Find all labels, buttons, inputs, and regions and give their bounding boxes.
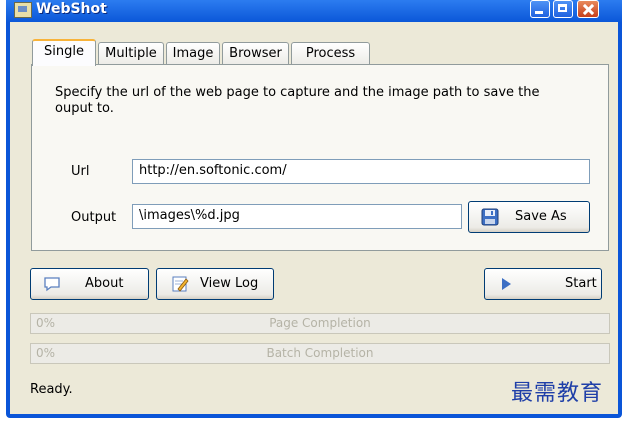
speech-bubble-icon	[44, 277, 60, 292]
view-log-button[interactable]: View Log	[156, 268, 274, 300]
batch-completion-progress-bar: 0% Batch Completion	[30, 343, 610, 364]
start-label: Start	[565, 276, 597, 291]
app-window: WebShot Single Multiple Image Browser Pr…	[6, 0, 622, 418]
client-area: Single Multiple Image Browser Process Sp…	[10, 22, 618, 414]
edit-document-icon	[172, 276, 189, 292]
save-as-button[interactable]: Save As	[468, 201, 590, 233]
app-icon	[14, 2, 32, 18]
page-progress-caption: Page Completion	[269, 316, 371, 330]
floppy-disk-icon	[481, 208, 499, 226]
page-completion-progress-bar: 0% Page Completion	[30, 313, 610, 334]
tab-image[interactable]: Image	[166, 42, 220, 65]
start-button[interactable]: Start	[484, 268, 602, 300]
title-bar[interactable]: WebShot	[6, 0, 622, 22]
tab-single[interactable]: Single	[32, 39, 96, 66]
status-text: Ready.	[30, 382, 73, 397]
about-label: About	[85, 276, 124, 291]
tab-browser[interactable]: Browser	[222, 42, 289, 65]
instructions-text: Specify the url of the web page to captu…	[55, 85, 540, 116]
view-log-label: View Log	[200, 276, 259, 291]
tab-multiple[interactable]: Multiple	[98, 42, 164, 65]
about-button[interactable]: About	[30, 268, 149, 300]
single-tab-panel: Specify the url of the web page to captu…	[31, 64, 609, 251]
play-icon	[502, 278, 511, 290]
save-as-label: Save As	[515, 209, 567, 224]
output-label: Output	[71, 210, 117, 225]
url-label: Url	[71, 164, 90, 179]
url-input[interactable]: http://en.softonic.com/	[132, 159, 590, 184]
batch-progress-caption: Batch Completion	[266, 346, 374, 360]
output-path-input[interactable]: \images\%d.jpg	[132, 204, 462, 229]
maximize-button[interactable]	[553, 0, 573, 18]
close-button[interactable]	[577, 0, 599, 18]
watermark-text: 最需教育	[511, 381, 604, 406]
minimize-button[interactable]	[530, 0, 550, 18]
window-title: WebShot	[36, 1, 107, 17]
tab-process[interactable]: Process	[291, 42, 370, 65]
